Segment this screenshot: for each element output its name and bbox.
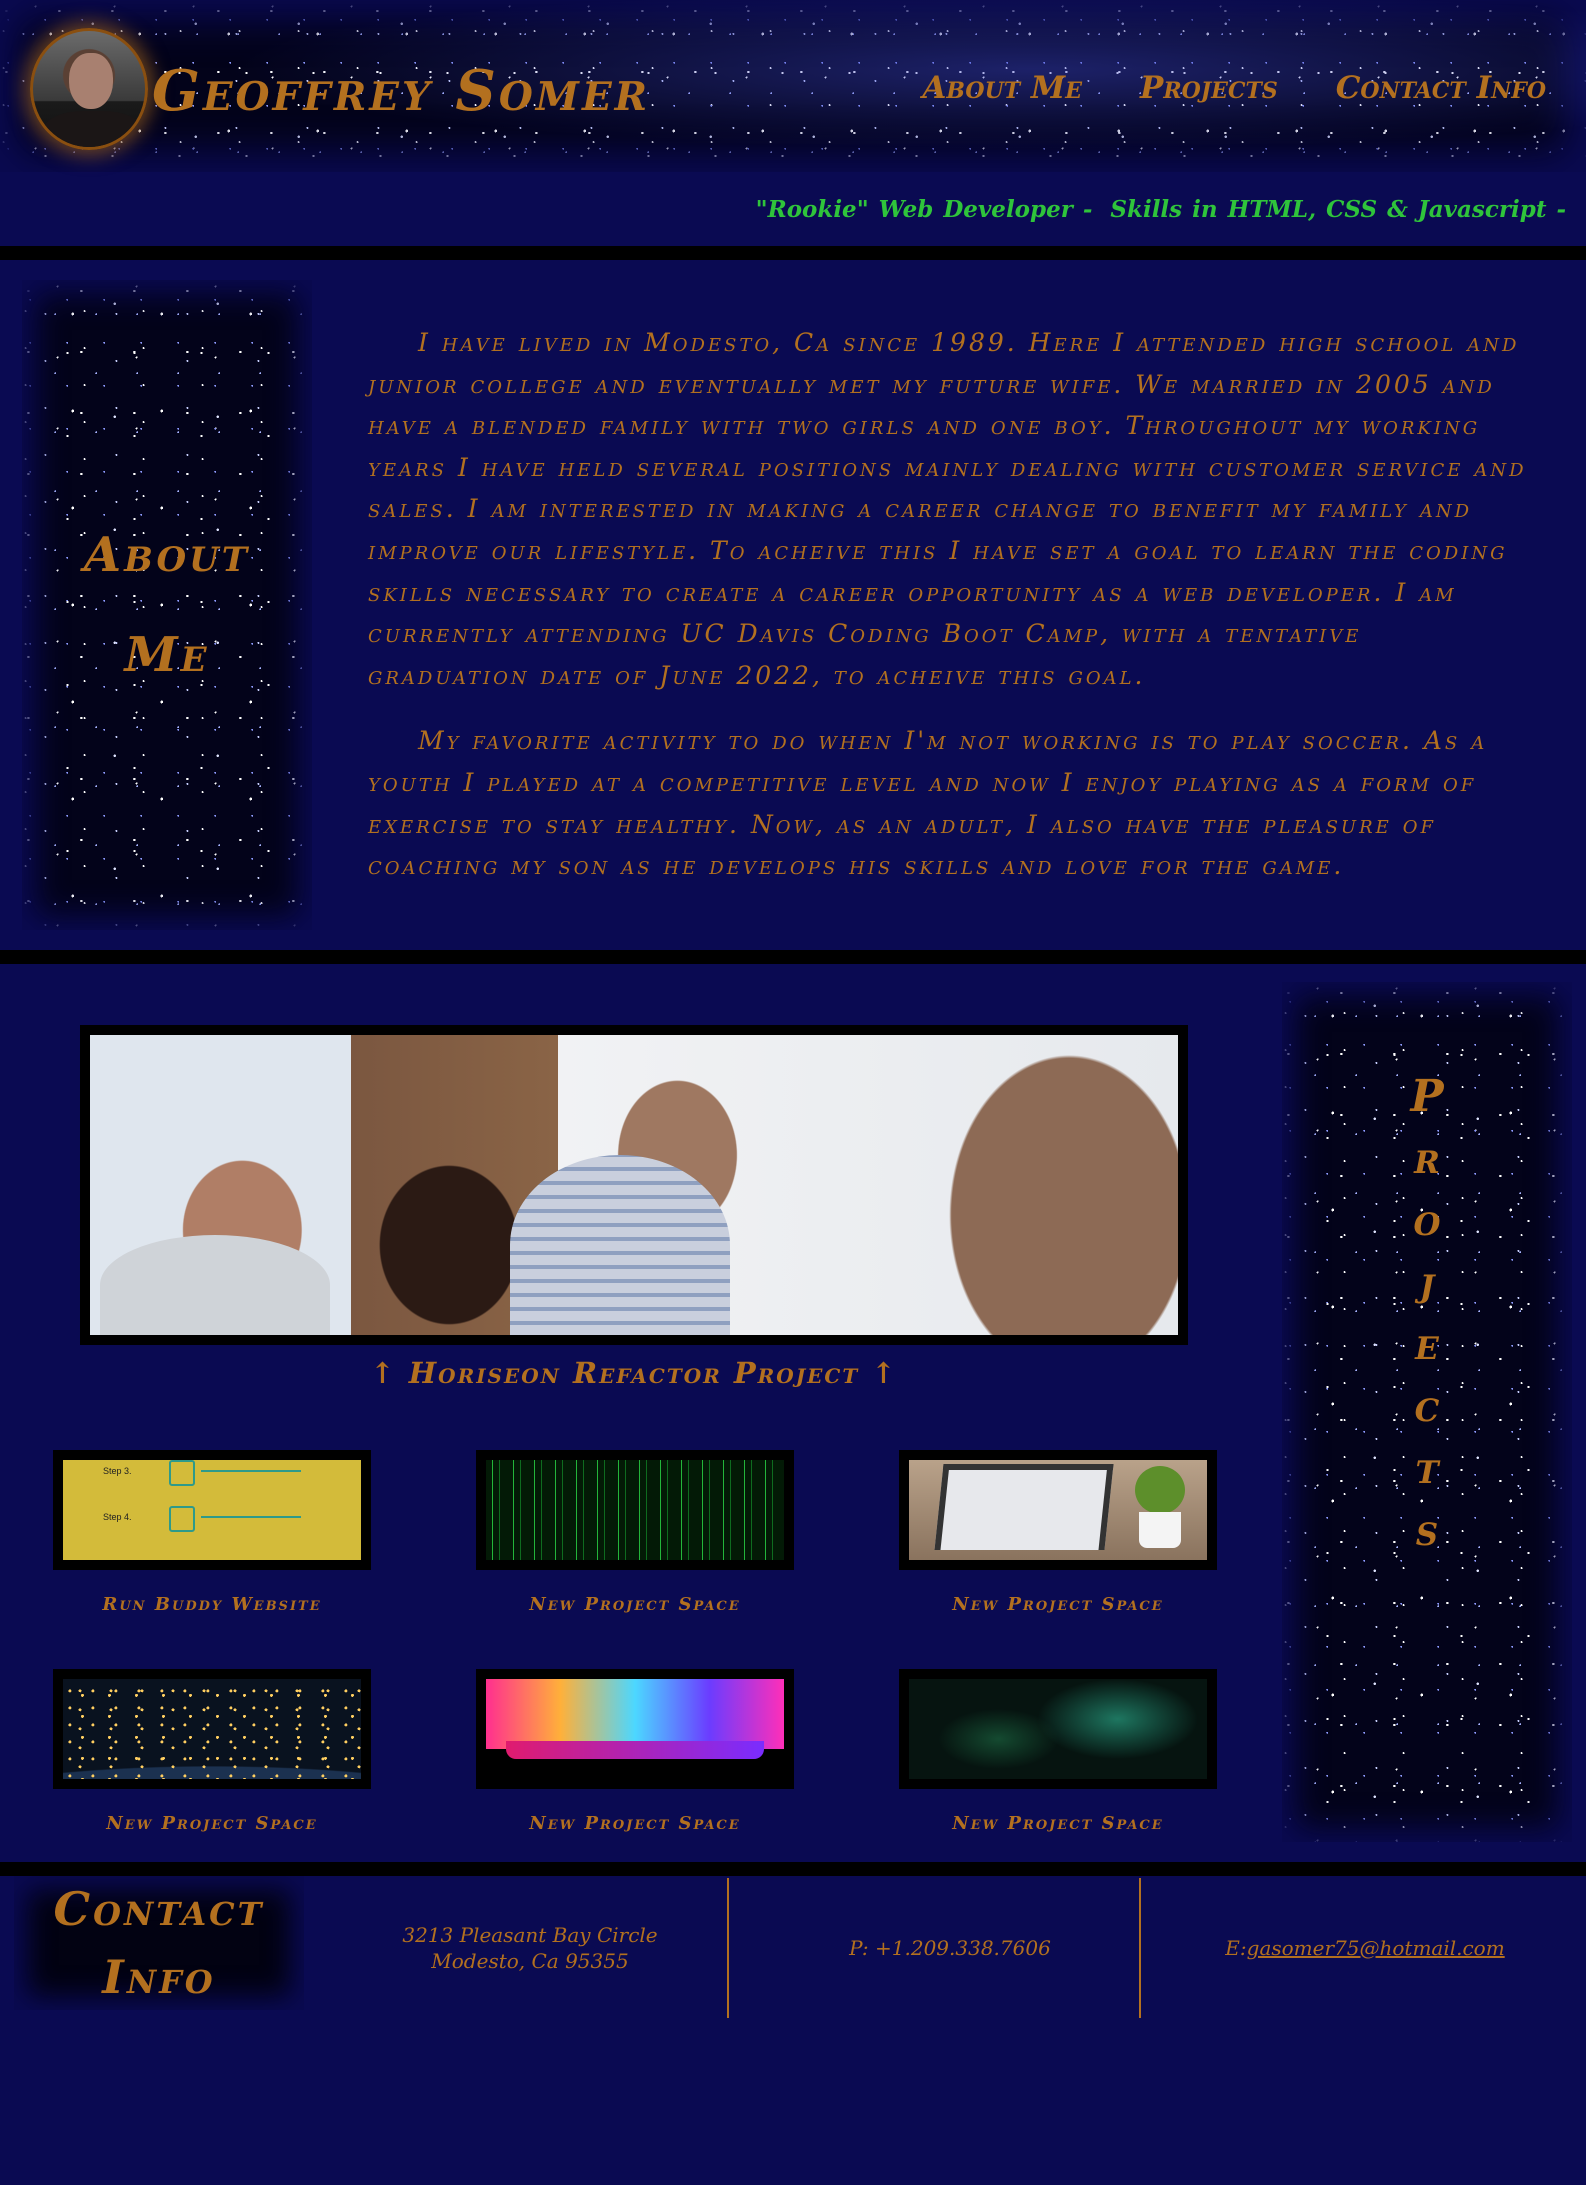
laptop-base	[506, 1741, 764, 1759]
contact-heading-line2: Info	[102, 1950, 216, 2004]
contact-phone: P: +1.209.338.7606	[740, 1878, 1160, 2018]
project-label[interactable]: New Project Space	[899, 1813, 1217, 1834]
run-buddy-icon	[169, 1506, 195, 1532]
projects-heading-letter: t	[1415, 1443, 1439, 1494]
address-line: Modesto, Ca 95355	[431, 1949, 629, 1973]
avatar	[30, 28, 148, 150]
contact-email: E:gasomer75@hotmail.com	[1160, 1878, 1570, 2018]
section-divider	[0, 246, 1586, 260]
projects-heading-letter: e	[1415, 1319, 1439, 1370]
avatar-shirt	[43, 111, 143, 147]
section-divider	[0, 950, 1586, 964]
laptop-desk-image	[909, 1460, 1207, 1560]
about-heading-line1: About	[83, 527, 251, 583]
plant	[1135, 1466, 1185, 1514]
projects-heading-letter: s	[1415, 1505, 1439, 1556]
main-nav: About Me Projects Contact Info	[922, 70, 1546, 106]
contact-side-panel: Contact Info	[14, 1876, 304, 2010]
project-thumb-run-buddy[interactable]: Step 3. Step 4.	[53, 1450, 371, 1570]
project-thumb[interactable]	[476, 1450, 794, 1570]
project-thumb[interactable]	[476, 1669, 794, 1789]
run-buddy-screenshot: Step 3. Step 4.	[63, 1460, 361, 1560]
contact-separator	[727, 1878, 729, 2018]
projects-heading-letter: j	[1419, 1257, 1435, 1308]
nav-contact-info[interactable]: Contact Info	[1336, 70, 1546, 106]
contact-address: 3213 Pleasant Bay Circle Modesto, Ca 953…	[330, 1878, 730, 2018]
project-label[interactable]: New Project Space	[476, 1813, 794, 1834]
run-buddy-step: Step 4.	[103, 1512, 132, 1522]
section-divider	[0, 1862, 1586, 1876]
projects-heading-letter: r	[1414, 1133, 1440, 1184]
project-thumb[interactable]	[53, 1669, 371, 1789]
matrix-code-image	[486, 1460, 784, 1560]
site-title: Geoffrey Somer	[152, 58, 651, 124]
email-link[interactable]: gasomer75@hotmail.com	[1247, 1936, 1505, 1960]
about-side-panel: About Me	[22, 280, 312, 930]
laptop-screen	[934, 1464, 1114, 1550]
project-label[interactable]: New Project Space	[899, 1594, 1217, 1615]
projects-heading-letter: o	[1413, 1195, 1441, 1246]
about-paragraph: I have lived in Modesto, Ca since 1989. …	[368, 328, 1527, 690]
featured-project-image[interactable]	[80, 1025, 1188, 1345]
address-line: 3213 Pleasant Bay Circle	[402, 1923, 658, 1947]
run-buddy-line	[201, 1516, 301, 1518]
run-buddy-icon	[169, 1460, 195, 1486]
photo-figure	[100, 1235, 330, 1335]
projects-heading-letter: c	[1414, 1381, 1440, 1432]
project-label[interactable]: Run Buddy Website	[53, 1594, 371, 1615]
project-label[interactable]: New Project Space	[476, 1594, 794, 1615]
email-row: E:gasomer75@hotmail.com	[1225, 1935, 1504, 1961]
about-heading-line2: Me	[124, 627, 210, 683]
projects-heading: P r o j e c t s	[1282, 1066, 1572, 1562]
run-buddy-line	[201, 1470, 301, 1472]
contact-separator	[1139, 1878, 1141, 2018]
about-text: I have lived in Modesto, Ca since 1989. …	[368, 322, 1528, 911]
team-meeting-photo	[90, 1035, 1178, 1335]
earth-night-image	[63, 1679, 361, 1779]
email-prefix: E:	[1225, 1936, 1247, 1960]
avatar-face	[69, 53, 113, 109]
phone-number: P: +1.209.338.7606	[849, 1936, 1051, 1960]
green-nebula-image	[909, 1679, 1207, 1779]
about-paragraph: My favorite activity to do when I'm not …	[368, 726, 1488, 881]
tagline-role: "Rookie" Web Developer -	[755, 196, 1093, 223]
photo-figure	[510, 1155, 730, 1335]
projects-heading-letter: P	[1410, 1071, 1444, 1122]
project-label[interactable]: New Project Space	[53, 1813, 371, 1834]
nav-projects[interactable]: Projects	[1140, 70, 1278, 106]
tagline: "Rookie" Web Developer - Skills in HTML, …	[756, 196, 1566, 223]
plant-pot	[1139, 1512, 1181, 1548]
contact-heading: Contact Info	[54, 1875, 265, 2011]
project-thumb[interactable]	[899, 1669, 1217, 1789]
project-thumb[interactable]	[899, 1450, 1217, 1570]
site-header: Geoffrey Somer About Me Projects Contact…	[0, 0, 1586, 172]
projects-side-panel: P r o j e c t s	[1282, 982, 1572, 1842]
featured-project-caption[interactable]: ↑ Horiseon Refactor Project ↑	[80, 1356, 1188, 1390]
run-buddy-step: Step 3.	[103, 1466, 132, 1476]
about-heading: About Me	[84, 505, 250, 705]
tagline-skills: Skills in HTML, CSS & Javascript -	[1110, 196, 1566, 223]
nav-about-me[interactable]: About Me	[922, 70, 1082, 106]
rainbow-keyboard-image	[486, 1679, 784, 1779]
contact-heading-line1: Contact	[53, 1882, 265, 1936]
